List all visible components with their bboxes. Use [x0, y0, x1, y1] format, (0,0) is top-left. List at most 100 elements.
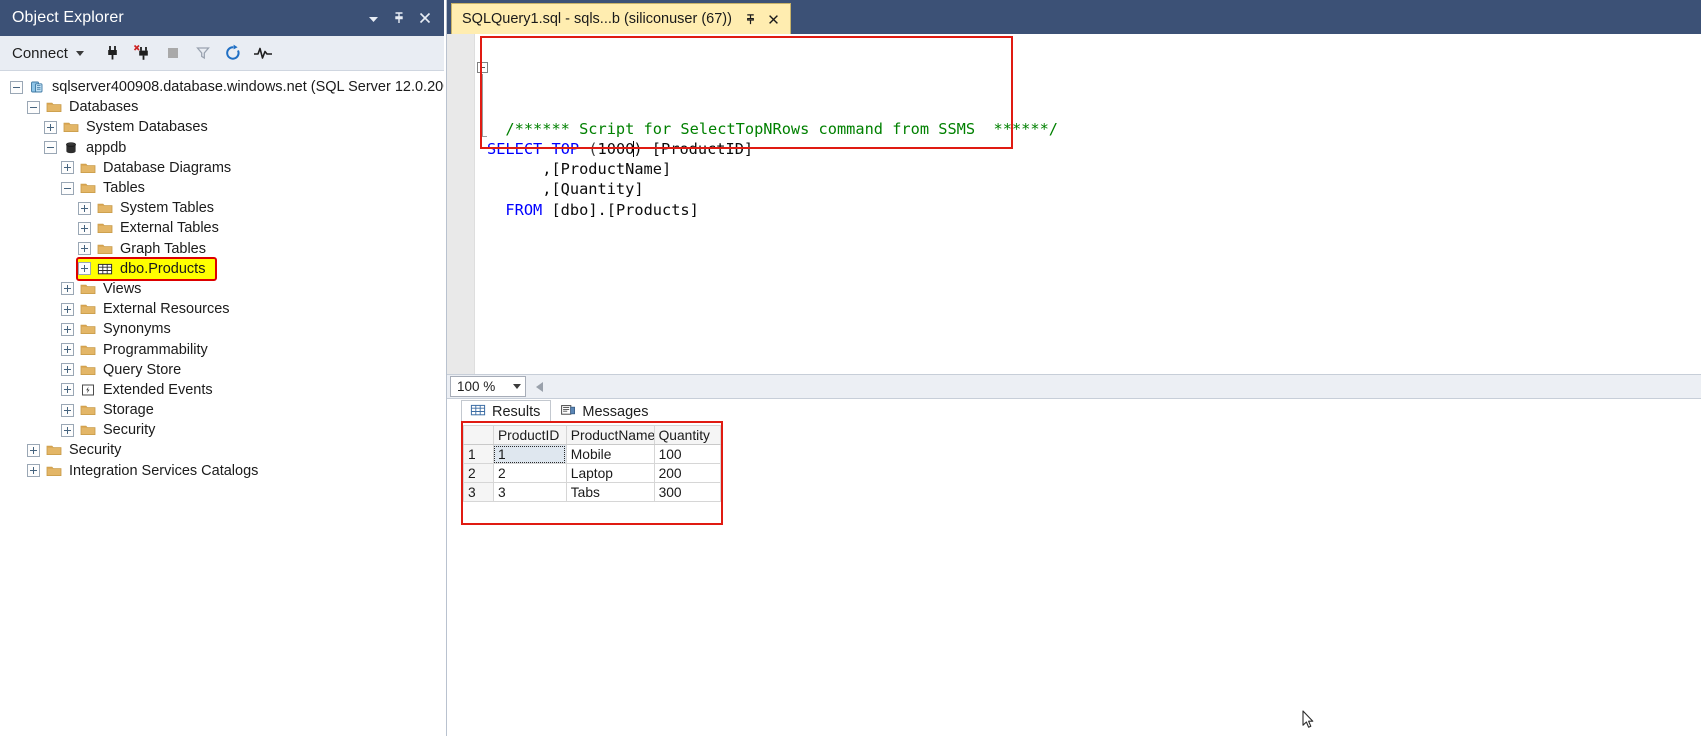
- grid-column-header[interactable]: [463, 425, 494, 445]
- tree-node-databases[interactable]: Databases: [27, 97, 446, 117]
- sql-editor[interactable]: /****** Script for SelectTopNRows comman…: [447, 34, 1701, 374]
- folder-icon: [79, 422, 97, 438]
- expand-plus-icon[interactable]: [61, 302, 74, 316]
- refresh-circular-arrow-icon[interactable]: [219, 40, 247, 66]
- close-icon[interactable]: [765, 11, 782, 28]
- grid-cell-productname[interactable]: Tabs: [565, 482, 655, 502]
- collapse-minus-icon[interactable]: [61, 181, 74, 195]
- tab-sqlquery1[interactable]: SQLQuery1.sql - sqls...b (siliconuser (6…: [451, 3, 791, 34]
- tab-title: SQLQuery1.sql - sqls...b (siliconuser (6…: [462, 11, 732, 27]
- tree-node-security[interactable]: Security: [27, 440, 446, 460]
- results-tabstrip[interactable]: Results Messages: [447, 399, 1701, 423]
- tree-node-label: Security: [69, 442, 122, 459]
- tree-node-dbo-products[interactable]: dbo.Products: [75, 256, 218, 281]
- tree-node-query-store[interactable]: Query Store: [61, 360, 446, 380]
- editor-zoom-bar: 100 %: [447, 374, 1701, 399]
- tree-node-label: Integration Services Catalogs: [69, 462, 259, 479]
- grid-column-header[interactable]: ProductName: [565, 425, 655, 445]
- tree-node-views[interactable]: Views: [61, 279, 446, 299]
- tree-node-graph-tables[interactable]: Graph Tables: [78, 239, 446, 259]
- grid-column-header[interactable]: ProductID: [492, 425, 567, 445]
- chevron-down-icon: [75, 50, 84, 56]
- tree-node-label: dbo.Products: [120, 260, 206, 277]
- grid-row-number[interactable]: 1: [463, 444, 494, 464]
- expand-plus-icon[interactable]: [61, 322, 74, 336]
- object-explorer-titlebar: Object Explorer: [0, 0, 446, 36]
- grid-cell-productid[interactable]: 3: [492, 482, 567, 502]
- expand-plus-icon[interactable]: [61, 403, 74, 417]
- plug-icon[interactable]: [99, 40, 127, 66]
- tree-node-label: Programmability: [103, 341, 208, 358]
- expand-plus-icon[interactable]: [78, 201, 91, 215]
- grid-row-number[interactable]: 2: [463, 463, 494, 483]
- close-icon[interactable]: [412, 5, 438, 31]
- tree-node-sqlserver400908-database-windows-net-sql-server-12-0-200[interactable]: sqlserver400908.database.windows.net (SQ…: [10, 77, 446, 97]
- folder-icon: [45, 99, 63, 115]
- expand-plus-icon[interactable]: [61, 161, 74, 175]
- tree-node-tables[interactable]: Tables: [61, 178, 446, 198]
- tree-node-extended-events[interactable]: Extended Events: [61, 380, 446, 400]
- folder-icon: [96, 241, 114, 257]
- collapse-minus-icon[interactable]: [10, 80, 23, 94]
- code-fold-minus-icon[interactable]: [477, 62, 488, 73]
- grid-column-header[interactable]: Quantity: [653, 425, 722, 445]
- expand-plus-icon[interactable]: [61, 383, 74, 397]
- results-grid[interactable]: ProductID ProductName Quantity 1 1 Mobile 100…: [463, 425, 722, 502]
- tree-node-system-databases[interactable]: System Databases: [44, 117, 446, 137]
- expand-plus-icon[interactable]: [27, 443, 40, 457]
- object-explorer-toolbar: Connect: [0, 36, 446, 71]
- connect-button[interactable]: Connect: [10, 43, 90, 64]
- table-row[interactable]: 2 2 Laptop 200: [463, 463, 722, 483]
- expand-plus-icon[interactable]: [78, 221, 91, 235]
- pin-icon[interactable]: [742, 11, 759, 28]
- expand-plus-icon[interactable]: [78, 242, 91, 256]
- tree-node-security[interactable]: Security: [61, 420, 446, 440]
- grid-cell-productname[interactable]: Laptop: [565, 463, 655, 483]
- expand-plus-icon[interactable]: [61, 282, 74, 296]
- results-tab-results[interactable]: Results: [461, 400, 552, 423]
- tree-node-programmability[interactable]: Programmability: [61, 339, 446, 359]
- folder-icon: [96, 200, 114, 216]
- expand-plus-icon[interactable]: [78, 262, 91, 276]
- tree-node-synonyms[interactable]: Synonyms: [61, 319, 446, 339]
- results-tab-messages[interactable]: Messages: [551, 400, 660, 423]
- activity-pulse-icon[interactable]: [249, 40, 277, 66]
- plug-disconnect-icon[interactable]: [129, 40, 157, 66]
- collapse-minus-icon[interactable]: [44, 141, 57, 155]
- tree-node-appdb[interactable]: appdb: [44, 138, 446, 158]
- expand-plus-icon[interactable]: [61, 363, 74, 377]
- grid-cell-productname[interactable]: Mobile: [565, 444, 655, 464]
- table-row[interactable]: 1 1 Mobile 100: [463, 444, 722, 464]
- tree-node-integration-services-catalogs[interactable]: Integration Services Catalogs: [27, 461, 446, 481]
- tree-node-external-resources[interactable]: External Resources: [61, 299, 446, 319]
- grid-cell-quantity[interactable]: 200: [653, 463, 722, 483]
- collapse-minus-icon[interactable]: [27, 100, 40, 114]
- expand-plus-icon[interactable]: [27, 464, 40, 478]
- tree-node-storage[interactable]: Storage: [61, 400, 446, 420]
- code-line: ,[ProductName]: [487, 159, 1058, 179]
- chevron-down-icon[interactable]: [360, 5, 386, 31]
- tree-node-label: System Tables: [120, 200, 215, 217]
- pin-icon[interactable]: [386, 5, 412, 31]
- object-explorer-tree[interactable]: sqlserver400908.database.windows.net (SQ…: [0, 71, 446, 736]
- results-tab-label: Messages: [582, 403, 649, 420]
- table-row[interactable]: 3 3 Tabs 300: [463, 482, 722, 502]
- grid-row-number[interactable]: 3: [463, 482, 494, 502]
- expand-plus-icon[interactable]: [61, 343, 74, 357]
- grid-cell-quantity[interactable]: 100: [653, 444, 722, 464]
- stop-square-icon[interactable]: [159, 40, 187, 66]
- tree-node-database-diagrams[interactable]: Database Diagrams: [61, 158, 446, 178]
- zoom-level-select[interactable]: 100 %: [450, 376, 526, 397]
- expand-plus-icon[interactable]: [44, 120, 57, 134]
- grid-cell-quantity[interactable]: 300: [653, 482, 722, 502]
- grid-cell-productid[interactable]: 2: [492, 463, 567, 483]
- tree-node-system-tables[interactable]: System Tables: [78, 198, 446, 218]
- triangle-left-icon[interactable]: [536, 381, 543, 392]
- funnel-icon[interactable]: [189, 40, 217, 66]
- code-token-plain: ) [ProductID]: [633, 140, 754, 158]
- editor-text-area[interactable]: /****** Script for SelectTopNRows comman…: [475, 34, 1701, 374]
- expand-plus-icon[interactable]: [61, 423, 74, 437]
- grid-cell-productid[interactable]: 1: [492, 444, 567, 464]
- tree-node-external-tables[interactable]: External Tables: [78, 218, 446, 238]
- sql-code[interactable]: /****** Script for SelectTopNRows comman…: [477, 38, 1058, 220]
